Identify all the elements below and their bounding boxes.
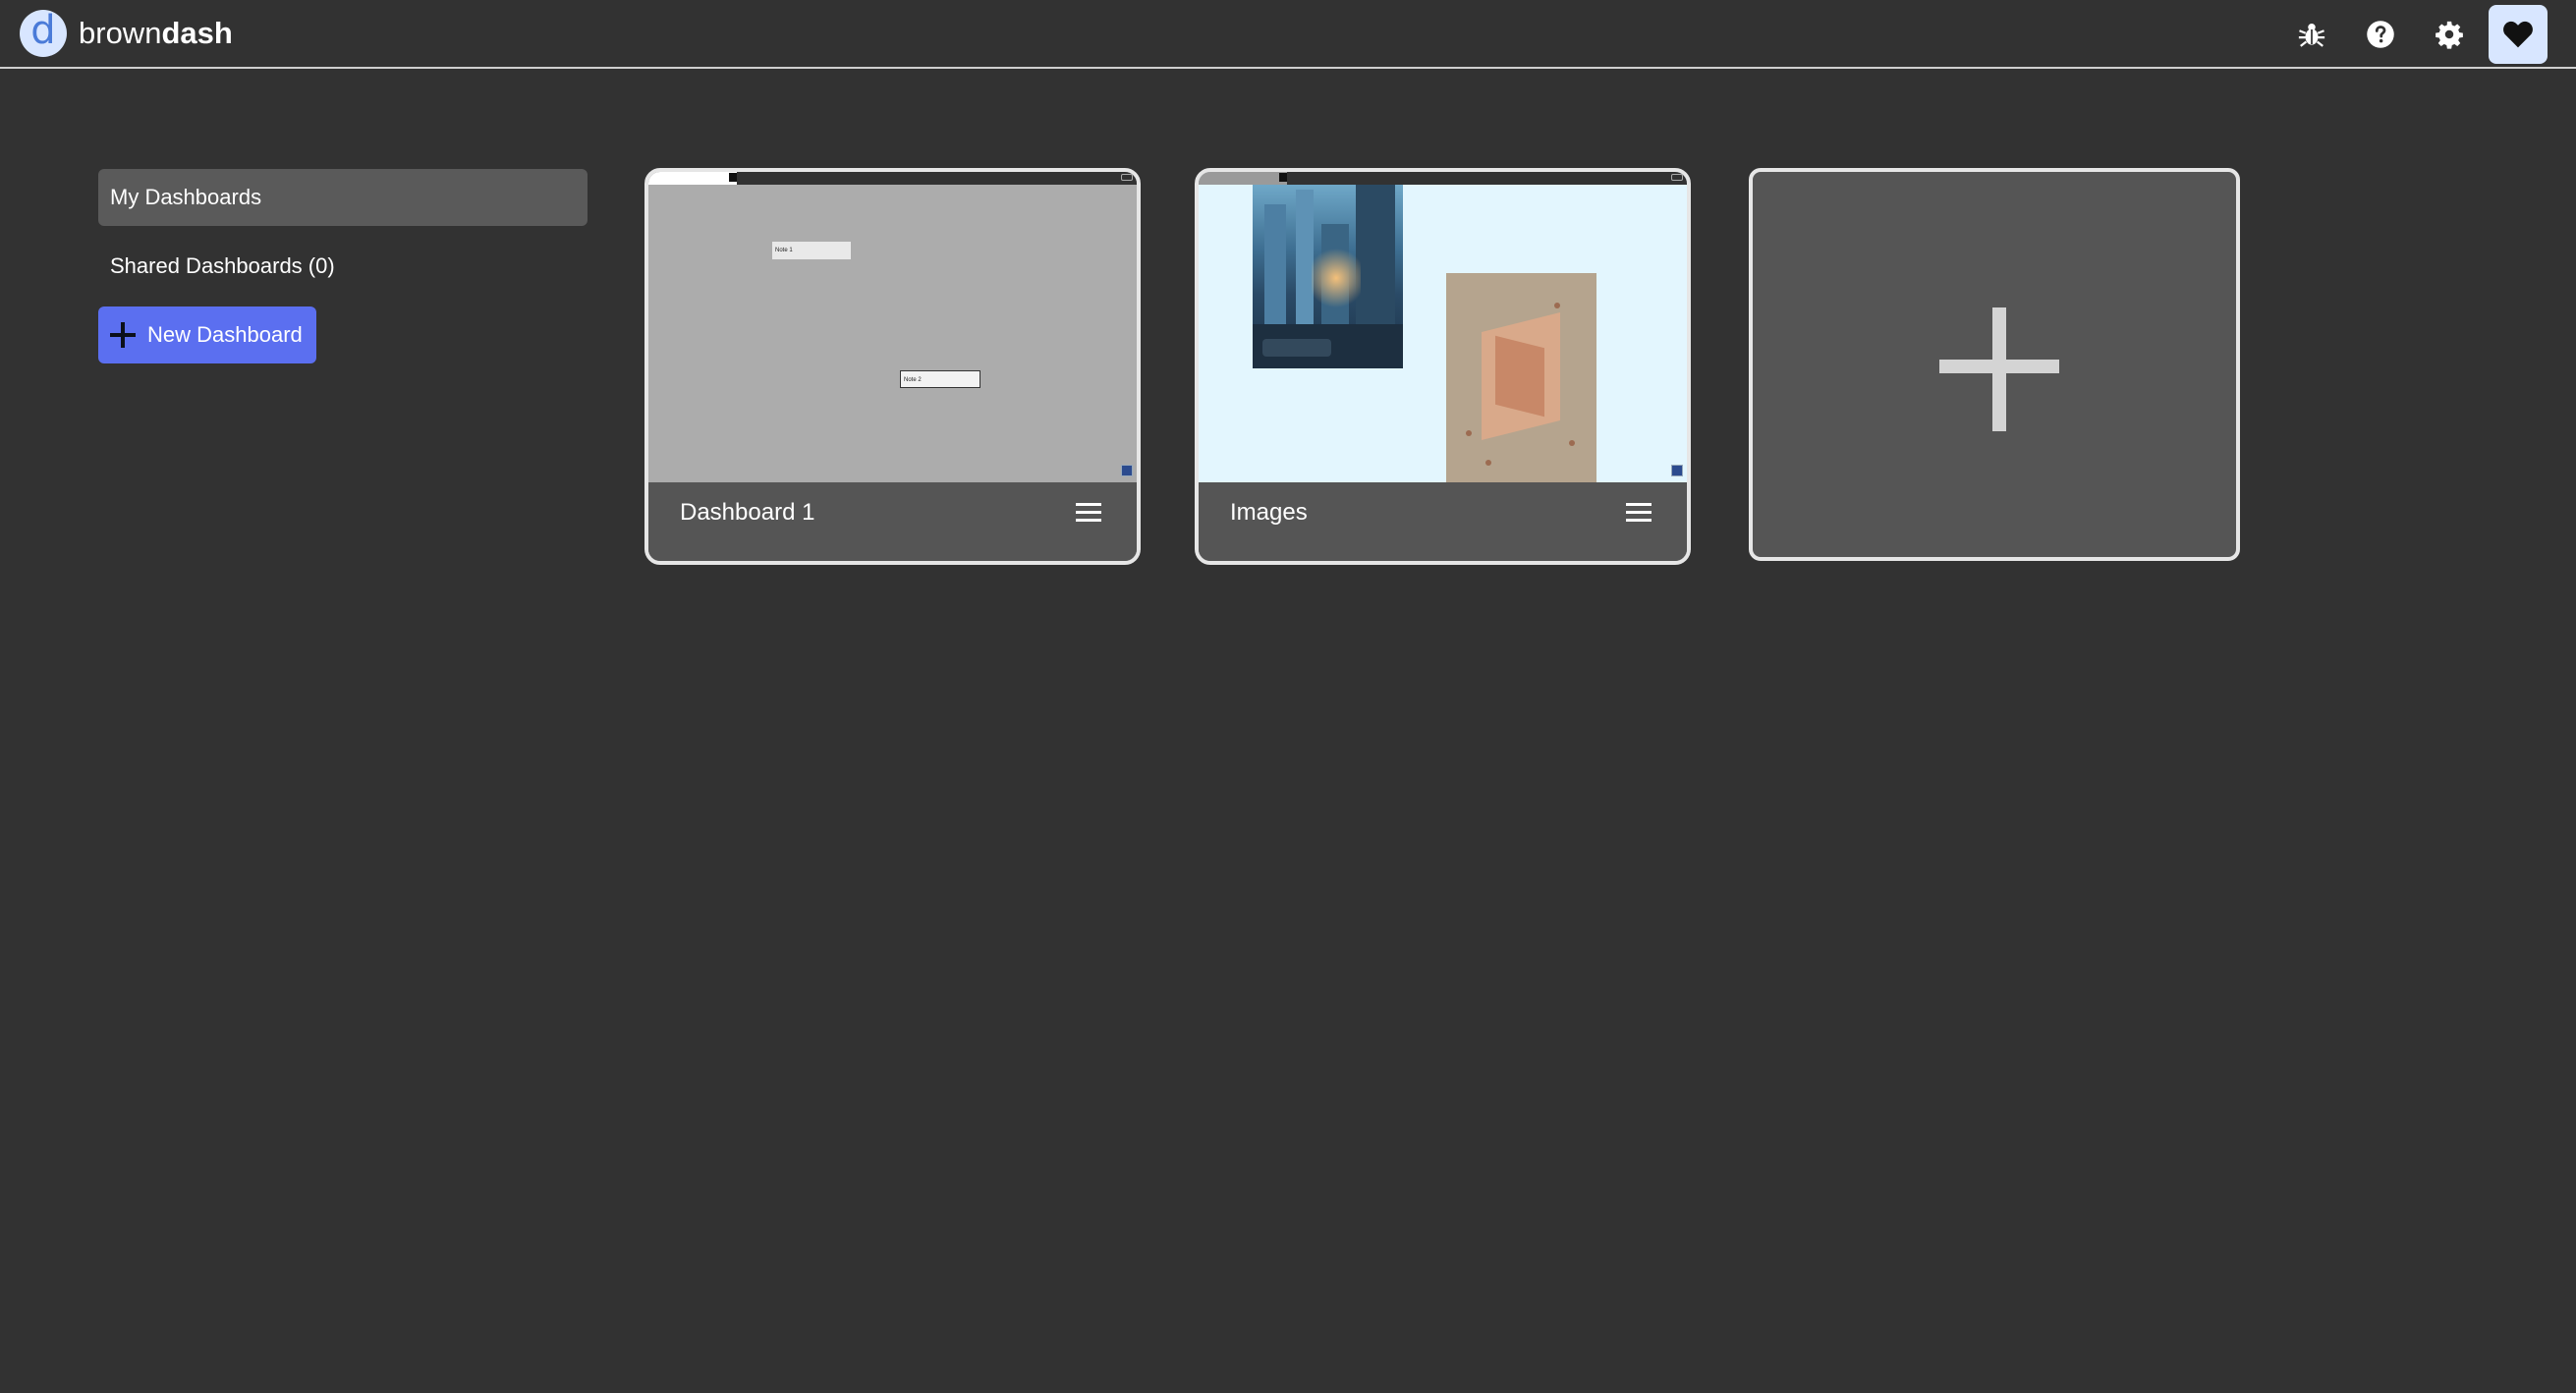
isometric-house-image [1446,273,1596,482]
city-interior-image [1253,185,1403,368]
favorites-button[interactable] [2489,5,2548,64]
plus-icon [110,322,136,348]
dashboard-preview [1199,172,1687,482]
help-button[interactable] [2351,5,2410,64]
logo-icon: d [20,10,67,57]
preview-tab [1199,172,1287,185]
preview-tab [648,172,737,185]
preview-toolbar [1287,172,1687,185]
new-dashboard-label: New Dashboard [147,322,303,347]
sidebar: My Dashboards Shared Dashboards (0) New … [98,169,589,363]
app-logo[interactable]: d browndash [20,10,233,57]
report-bug-button[interactable] [2282,5,2341,64]
sidebar-item-shared-dashboards[interactable]: Shared Dashboards (0) [98,238,588,295]
preview-corner-icon [1671,174,1683,181]
settings-button[interactable] [2420,5,2479,64]
dashboard-title: Dashboard 1 [680,499,815,526]
sidebar-item-my-dashboards[interactable]: My Dashboards [98,169,588,226]
menu-icon[interactable] [1626,500,1652,526]
preview-note: Note 1 [772,242,851,259]
app-name: browndash [79,16,233,51]
app-name-part2: dash [161,16,233,50]
preview-toolbar [737,172,1137,185]
new-dashboard-button[interactable]: New Dashboard [98,306,316,363]
dashboard-title: Images [1230,499,1308,526]
bug-icon [2298,24,2325,47]
plus-icon [1939,307,2059,431]
help-icon [2367,21,2394,48]
dashboard-card[interactable]: Images [1195,168,1691,565]
dashboard-preview: Note 1 Note 2 [648,172,1137,482]
menu-icon[interactable] [1076,500,1101,526]
heart-icon [2503,21,2533,48]
preview-note: Note 2 [900,370,980,388]
app-name-part1: brown [79,16,162,50]
preview-corner-icon [1121,174,1133,181]
sidebar-item-label: Shared Dashboards (0) [110,253,335,278]
card-footer: Dashboard 1 [648,482,1137,561]
preview-chip-icon [1121,465,1133,476]
sidebar-item-label: My Dashboards [110,185,262,209]
card-footer: Images [1199,482,1687,561]
gear-icon [2436,21,2463,49]
add-dashboard-card[interactable] [1749,168,2240,561]
top-bar: d browndash [0,0,2576,69]
logo-letter: d [30,8,56,53]
preview-chip-icon [1671,465,1683,476]
dashboard-card[interactable]: Note 1 Note 2 Dashboard 1 [644,168,1141,565]
